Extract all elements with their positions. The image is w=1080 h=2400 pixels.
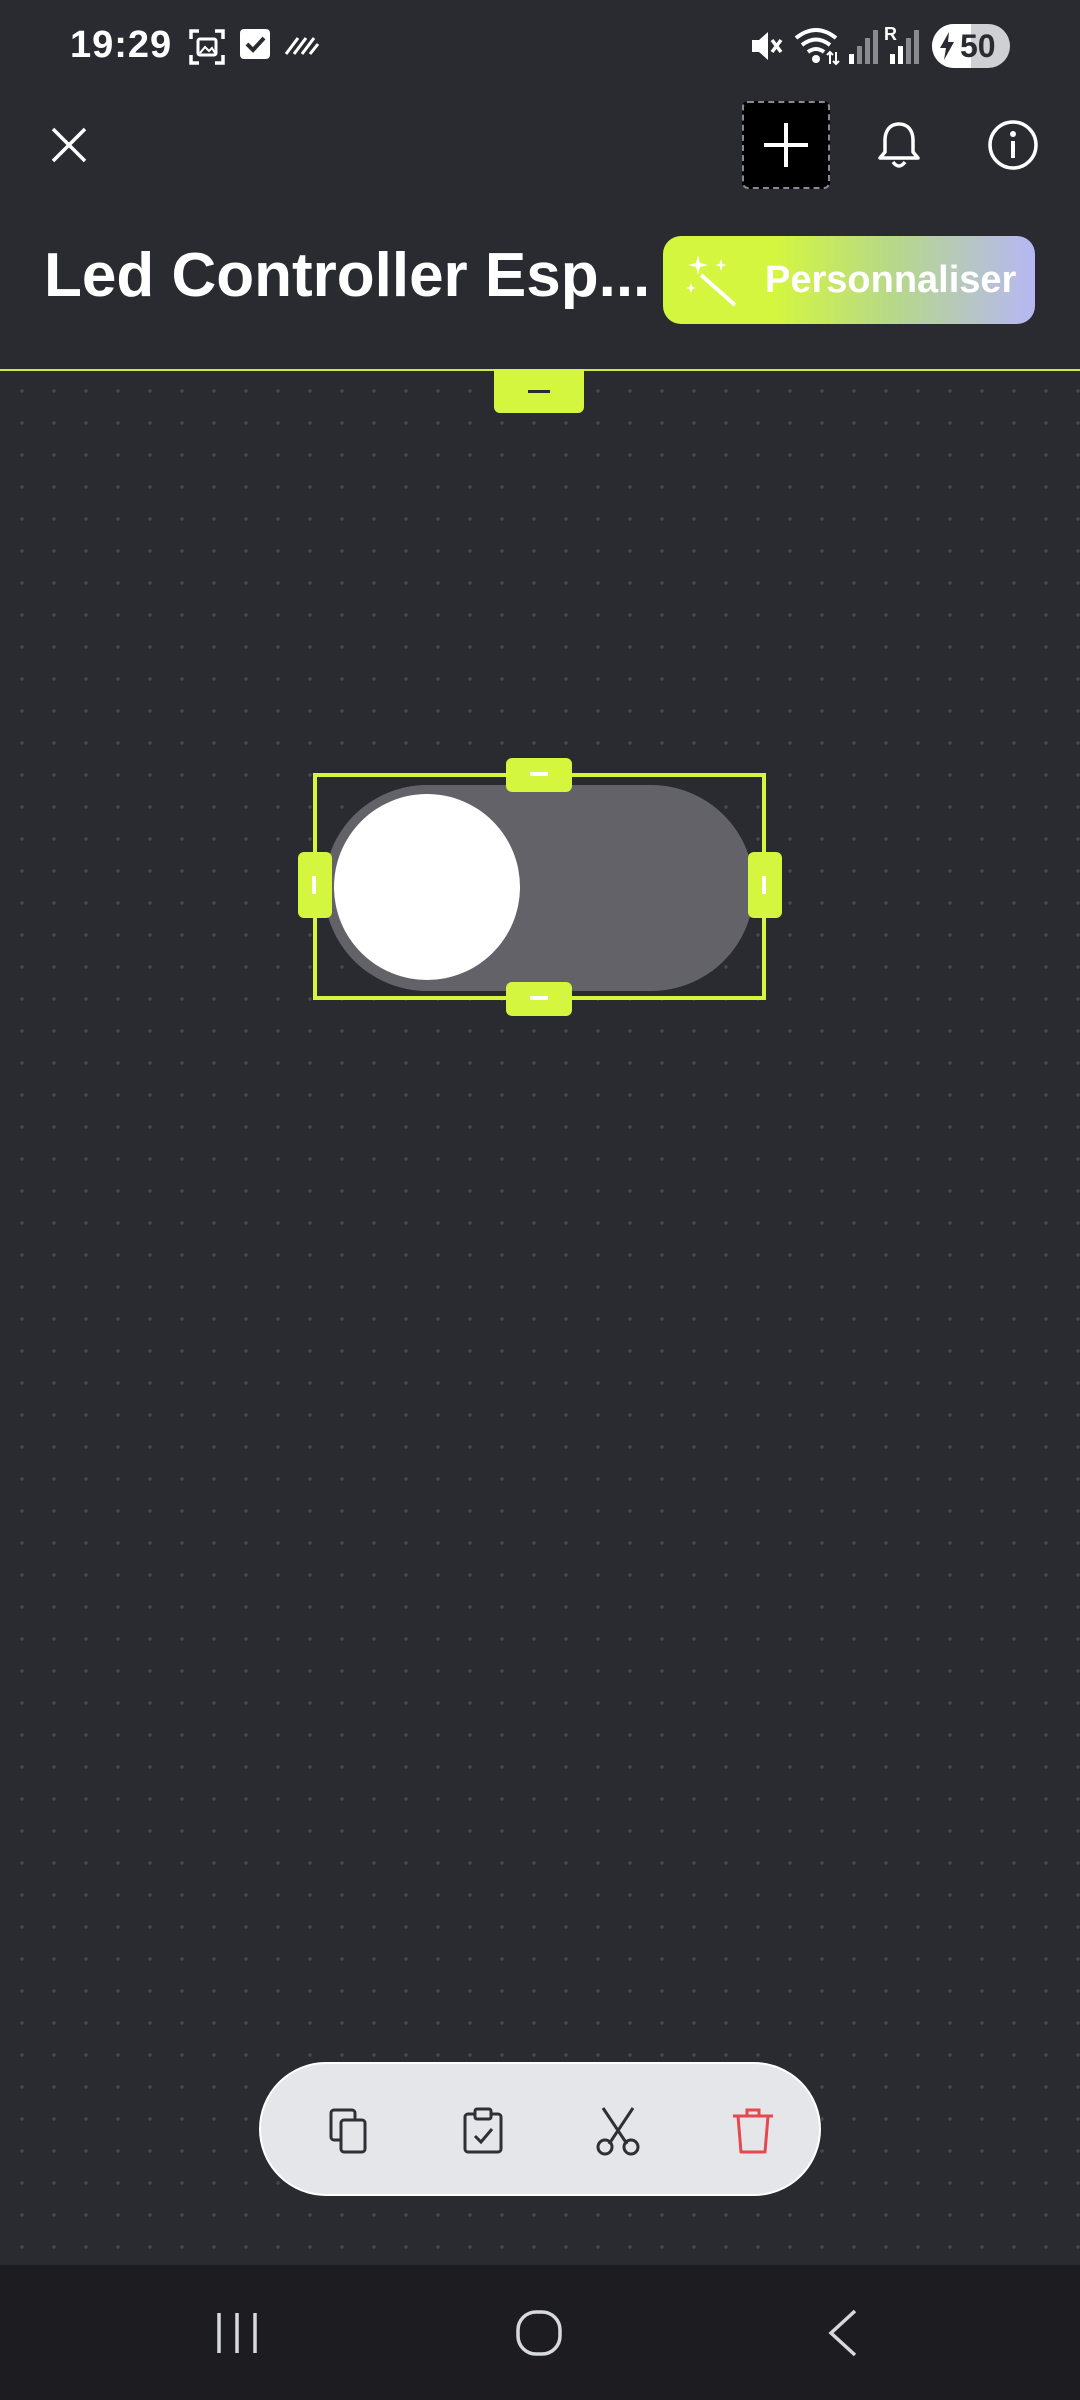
customize-label: Personnaliser — [765, 258, 1017, 301]
magic-wand-icon — [686, 255, 737, 307]
system-navigation-bar — [0, 2265, 1080, 2400]
copy-button[interactable] — [309, 2091, 389, 2171]
resize-handle-bottom[interactable] — [506, 982, 572, 1016]
charging-icon — [940, 32, 954, 60]
delete-icon — [733, 2108, 773, 2154]
close-button[interactable] — [36, 112, 102, 178]
paste-icon — [463, 2107, 503, 2154]
cut-icon — [596, 2107, 640, 2156]
widget-selection-frame — [313, 773, 766, 1000]
home-icon — [516, 2310, 562, 2356]
resize-handle-right[interactable] — [748, 852, 782, 918]
screenshot-icon — [189, 29, 225, 65]
cut-button[interactable] — [578, 2091, 658, 2171]
paste-button[interactable] — [443, 2091, 523, 2171]
screen: 19:29 R 50 Led Controller Esp... Personn… — [0, 0, 1080, 2400]
back-button[interactable] — [798, 2293, 888, 2373]
wifi-icon — [794, 28, 840, 66]
status-time: 19:29 — [70, 24, 173, 66]
battery-indicator: 50 — [932, 24, 1010, 68]
battery-level: 50 — [960, 28, 996, 64]
bell-icon — [878, 122, 920, 168]
notifications-button[interactable] — [866, 110, 932, 180]
back-icon — [828, 2309, 857, 2357]
info-icon — [988, 120, 1038, 170]
widget-action-bar — [259, 2062, 821, 2196]
copy-icon — [329, 2108, 367, 2154]
close-icon — [51, 127, 87, 163]
add-widget-button[interactable] — [742, 101, 830, 189]
delete-button[interactable] — [713, 2091, 793, 2171]
info-button[interactable] — [980, 112, 1046, 178]
data-saver-icon — [284, 37, 320, 55]
resize-handle-left[interactable] — [298, 852, 332, 918]
svg-text:R: R — [884, 24, 897, 44]
customize-button[interactable]: Personnaliser — [663, 236, 1035, 324]
mute-icon — [752, 32, 783, 60]
recent-apps-icon — [217, 2313, 257, 2353]
canvas-collapse-handle[interactable] — [494, 369, 584, 413]
page-title: Led Controller Esp... — [44, 241, 651, 310]
home-button[interactable] — [494, 2293, 584, 2373]
roaming-signal-icon: R — [884, 24, 919, 64]
dashboard-canvas[interactable] — [0, 369, 1080, 2267]
signal-icon — [849, 30, 878, 64]
status-bar: 19:29 R 50 — [0, 0, 1080, 92]
checkbox-icon — [240, 29, 270, 59]
plus-icon — [764, 123, 808, 167]
resize-handle-top[interactable] — [506, 758, 572, 792]
recent-apps-button[interactable] — [192, 2293, 282, 2373]
